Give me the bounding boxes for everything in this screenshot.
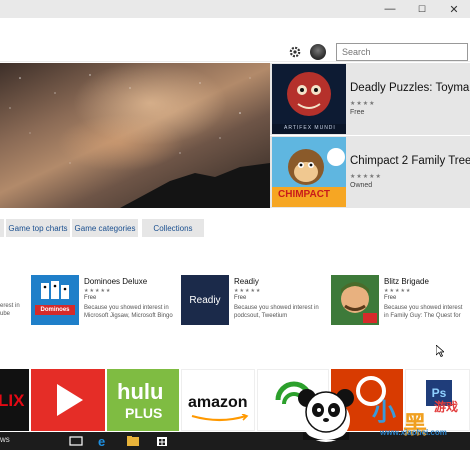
file-explorer-icon[interactable] [126, 434, 140, 448]
search-input[interactable] [336, 43, 468, 61]
app-blitz-brigade[interactable]: Blitz Brigade ★★★★★ Free Because you sho… [331, 275, 470, 327]
close-button[interactable]: ✕ [438, 0, 470, 18]
play-icon [57, 384, 83, 416]
thumb-caption: ARTIFEX MUNDI [284, 125, 336, 131]
rating-stars: ★★★★★ [350, 174, 382, 180]
tab-cut[interactable] [0, 219, 4, 237]
watermark-url: www.xiaohei.com [380, 428, 447, 437]
rating-stars: ★★★★★ [384, 288, 412, 294]
price-label: Owned [350, 182, 373, 189]
recommendation-text: Because you showed interest in Family Gu… [384, 305, 463, 319]
featured-title: Deadly Puzzles: Toymaker [350, 82, 470, 94]
tile-hulu-plus[interactable]: hulu PLUS [107, 369, 179, 431]
recommendation-text: Because you showed interest in podcsout,… [234, 305, 319, 319]
readiy-icon: Readiy [181, 275, 229, 325]
thumb-caption: CHIMPACT [278, 189, 331, 200]
watermark-small: 游戏 [434, 400, 459, 414]
featured-tile-chimpact[interactable]: CHIMPACT Chimpact 2 Family Tree ★★★★★ Ow… [270, 136, 470, 208]
task-view-icon[interactable] [69, 434, 83, 448]
price-label: Free [84, 295, 97, 301]
app-name: Blitz Brigade [384, 277, 429, 286]
avatar[interactable] [310, 44, 326, 60]
amazon-smile-icon [191, 414, 249, 422]
tile-youtube[interactable] [31, 369, 105, 431]
mouse-cursor-icon [436, 345, 444, 357]
edge-icon[interactable]: e [97, 434, 111, 448]
tab-game-categories[interactable]: Game categories [72, 219, 138, 237]
featured-tile-deadly-puzzles[interactable]: ARTIFEX MUNDI Deadly Puzzles: Toymaker ★… [270, 63, 470, 135]
taskbar-search-fragment[interactable]: ws [0, 435, 10, 444]
tab-game-top-charts[interactable]: Game top charts [6, 219, 70, 237]
featured-title: Chimpact 2 Family Tree [350, 155, 470, 167]
deadly-puzzles-thumbnail [272, 64, 346, 134]
tile-amazon[interactable]: amazon [181, 369, 255, 431]
price-label: Free [234, 295, 247, 301]
blitz-brigade-icon [331, 275, 379, 325]
panda-mascot-icon [298, 389, 354, 442]
svg-text:e: e [98, 434, 105, 448]
app-readiy[interactable]: Readiy Readiy ★★★★★ Free Because you sho… [181, 275, 326, 327]
hero-banner[interactable] [0, 63, 270, 208]
rating-stars: ★★★★★ [234, 288, 262, 294]
rating-stars: ★★★★★ [84, 288, 112, 294]
dominoes-icon: Dominoes [31, 275, 79, 325]
price-label: Free [384, 295, 397, 301]
app-name: Dominoes Deluxe [84, 277, 148, 286]
app-dominoes-deluxe[interactable]: Dominoes Dominoes Deluxe ★★★★★ Free Beca… [31, 275, 176, 327]
store-icon[interactable] [155, 434, 169, 448]
app-name: Readiy [234, 277, 259, 286]
tab-collections[interactable]: Collections [142, 219, 204, 237]
cut-description: erest in ube [0, 303, 20, 317]
maximize-button[interactable]: ☐ [406, 0, 438, 18]
rating-stars: ★★★★ [350, 101, 376, 107]
tile-netflix[interactable]: LIX [0, 369, 29, 431]
minimize-button[interactable]: — [374, 0, 406, 18]
gear-icon[interactable] [287, 44, 303, 60]
price-label: Free [350, 109, 365, 116]
hero-image [9, 74, 270, 208]
watermark-char-1: 小 [372, 399, 396, 426]
recommendation-text: Because you showed interest in Microsoft… [84, 305, 173, 319]
